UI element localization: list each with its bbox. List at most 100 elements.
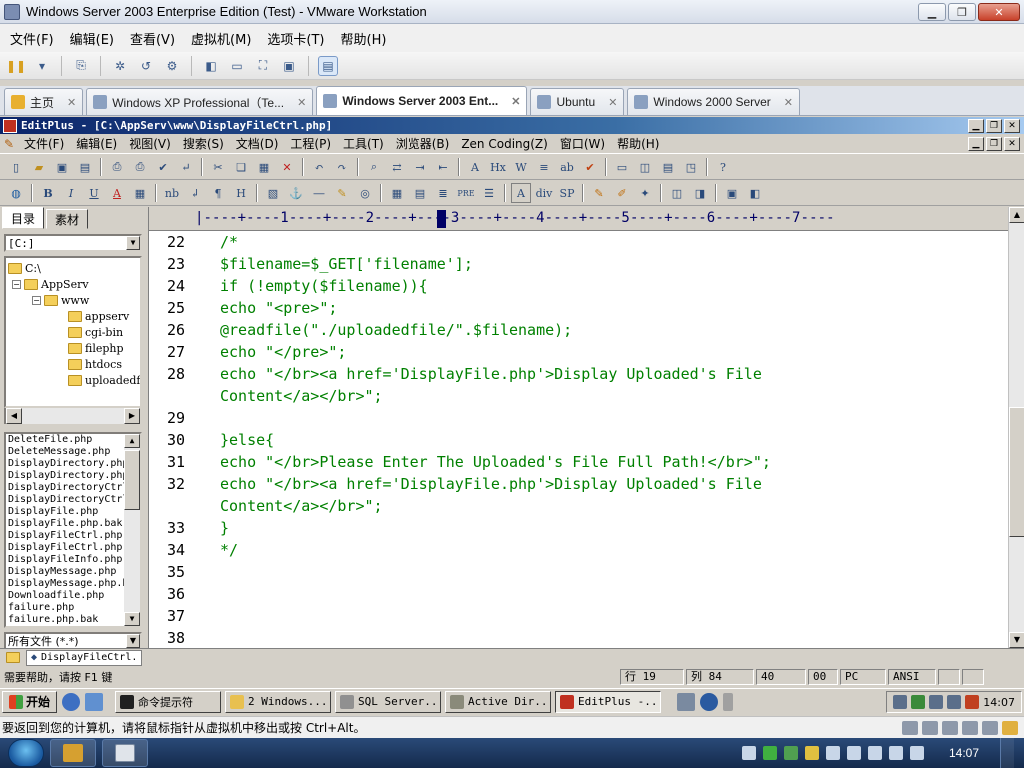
scroll-left-icon[interactable]: ◀: [6, 408, 22, 424]
sound-icon[interactable]: [982, 720, 998, 735]
highlight-icon[interactable]: ✎: [332, 183, 352, 203]
abc-icon[interactable]: ab: [557, 157, 577, 177]
wrap-toggle-icon[interactable]: W: [511, 157, 531, 177]
menu-view[interactable]: 查看(V): [130, 29, 175, 48]
file-list-item[interactable]: DisplayMessage.php: [6, 566, 128, 578]
tray-clipboard-icon[interactable]: [846, 746, 861, 760]
code-line[interactable]: 23 $filename=$_GET['filename'];: [149, 253, 473, 275]
open-folder-icon[interactable]: ▰: [29, 157, 49, 177]
snapshot-manager-icon[interactable]: ⚙: [162, 56, 182, 76]
ep-menu-search[interactable]: 搜索(S): [183, 135, 224, 152]
text-color-icon[interactable]: A: [511, 183, 531, 203]
goto-icon[interactable]: ⇥: [410, 157, 430, 177]
file-list-item[interactable]: DisplayFile.php.bak: [6, 518, 128, 530]
tray-sql-icon[interactable]: [911, 695, 926, 709]
tray-arrow-icon[interactable]: [723, 692, 734, 711]
code-line[interactable]: 36: [149, 583, 220, 605]
file-list-item[interactable]: DeleteFile.php: [6, 434, 128, 446]
doc-minimize-button[interactable]: ▁: [968, 136, 984, 151]
scroll-thumb[interactable]: [124, 450, 140, 510]
maximize-button[interactable]: ❐: [948, 3, 976, 21]
heading-button[interactable]: H: [231, 183, 251, 203]
taskbar-editplus[interactable]: EditPlus -...: [555, 690, 662, 713]
code-line[interactable]: 34 */: [149, 539, 238, 561]
code-line[interactable]: 31 echo "</br>Please Enter The Uploaded's…: [149, 451, 771, 473]
menu-vm[interactable]: 虚拟机(M): [191, 29, 251, 48]
browser-icon[interactable]: ▭: [612, 157, 632, 177]
div-button[interactable]: div: [534, 183, 554, 203]
tab-ubuntu[interactable]: Ubuntu ✕: [530, 88, 625, 115]
brush-icon[interactable]: ✐: [612, 183, 632, 203]
thumbnail-icon[interactable]: ▭: [227, 56, 247, 76]
tray-green-icon[interactable]: [762, 746, 777, 760]
line-number-icon[interactable]: ≡: [534, 157, 554, 177]
underline-button[interactable]: U: [84, 183, 104, 203]
file-list-item[interactable]: Downloadfile.php: [6, 590, 128, 602]
undo-icon[interactable]: ↶: [309, 157, 329, 177]
tray-film-icon[interactable]: [741, 746, 756, 760]
code-line[interactable]: 32 echo "</br><a href='DisplayFile.php'>D…: [149, 473, 762, 495]
document-tab[interactable]: ◆ DisplayFileCtrl.: [26, 649, 143, 666]
comment-icon[interactable]: ◎: [355, 183, 375, 203]
code-line[interactable]: 35: [149, 561, 220, 583]
taskbar-sql-server[interactable]: SQL Server...: [335, 690, 442, 713]
chevron-down-icon[interactable]: ▼: [126, 634, 140, 648]
code-line[interactable]: 38: [149, 627, 220, 648]
tree-node-filephp[interactable]: filephp: [68, 341, 124, 356]
scroll-up-icon[interactable]: ▲: [124, 434, 140, 448]
console-view-icon[interactable]: ▤: [318, 55, 338, 76]
tree-node-appserv[interactable]: − AppServ: [12, 277, 89, 292]
pause-icon[interactable]: ❚❚: [6, 56, 26, 76]
code-line[interactable]: 25 echo "<pre>";: [149, 297, 337, 319]
code-line[interactable]: 26 @readfile("./uploadedfile/".$filename)…: [149, 319, 572, 341]
file-list-item[interactable]: DisplayFile.php: [6, 506, 128, 518]
font-color-icon[interactable]: A: [107, 183, 127, 203]
unity-icon[interactable]: ▣: [279, 56, 299, 76]
revert-snapshot-icon[interactable]: ↺: [136, 56, 156, 76]
tree-node-www[interactable]: − www: [32, 293, 89, 308]
panel-icon[interactable]: ▣: [722, 183, 742, 203]
file-list-item[interactable]: failure.php: [6, 602, 128, 614]
quicklaunch-icon[interactable]: [85, 692, 104, 711]
replace-icon[interactable]: ⇄: [387, 157, 407, 177]
code-line[interactable]: 33}: [149, 517, 229, 539]
copy-icon[interactable]: ❏: [231, 157, 251, 177]
tray-volume-icon[interactable]: [947, 695, 962, 709]
scroll-down-icon[interactable]: ▼: [1009, 632, 1024, 648]
usb-icon[interactable]: [962, 720, 978, 735]
delete-icon[interactable]: ✕: [277, 157, 297, 177]
hex-icon[interactable]: Hx: [488, 157, 508, 177]
pre-button[interactable]: PRE: [456, 183, 476, 203]
network-icon[interactable]: [677, 692, 696, 711]
file-list-item[interactable]: DisplayDirectory.php: [6, 458, 128, 470]
scroll-down-icon[interactable]: ▼: [124, 612, 140, 626]
ep-menu-tools[interactable]: 工具(T): [343, 135, 384, 152]
print-preview-icon[interactable]: ⎙: [107, 157, 127, 177]
anchor-icon[interactable]: ⚓: [286, 183, 306, 203]
ep-menu-view[interactable]: 视图(V): [129, 135, 171, 152]
file-list-item[interactable]: DisplayMessage.php.b: [6, 578, 128, 590]
close-icon[interactable]: ✕: [784, 96, 793, 109]
code-line[interactable]: 28 echo "</br><a href='DisplayFile.php'>D…: [149, 363, 762, 385]
host-vmware-button[interactable]: [102, 739, 148, 767]
code-editor[interactable]: |----+----1----+----2----+----3----+----…: [148, 207, 1024, 648]
tree-horizontal-scrollbar[interactable]: ◀ ▶: [4, 408, 142, 424]
tree-node-appserv-sub[interactable]: appserv: [68, 309, 129, 324]
scroll-thumb[interactable]: [1009, 407, 1024, 537]
ep-menu-document[interactable]: 文档(D): [236, 135, 279, 152]
taskbar-cmd[interactable]: 命令提示符: [115, 690, 222, 713]
collapse-icon[interactable]: −: [12, 280, 21, 289]
ep-minimize-button[interactable]: ▁: [968, 118, 984, 133]
tree-node-uploadedfile[interactable]: uploadedfi: [68, 373, 140, 388]
file-list-item[interactable]: DisplayFileInfo.php: [6, 554, 128, 566]
code-area[interactable]: 22 /* 23 $filename=$_GET['filename']; 24 if (…: [149, 231, 1009, 648]
menu-edit[interactable]: 编辑(E): [70, 29, 114, 48]
paste-icon[interactable]: ▦: [254, 157, 274, 177]
library-icon[interactable]: ◧: [201, 56, 221, 76]
tray-shield-icon[interactable]: [783, 746, 798, 760]
close-button[interactable]: ✕: [978, 3, 1020, 21]
doc-restore-button[interactable]: ❐: [986, 136, 1002, 151]
span-button[interactable]: SP: [557, 183, 577, 203]
menu-help[interactable]: 帮助(H): [341, 29, 387, 48]
tree-node-htdocs[interactable]: htdocs: [68, 357, 122, 372]
